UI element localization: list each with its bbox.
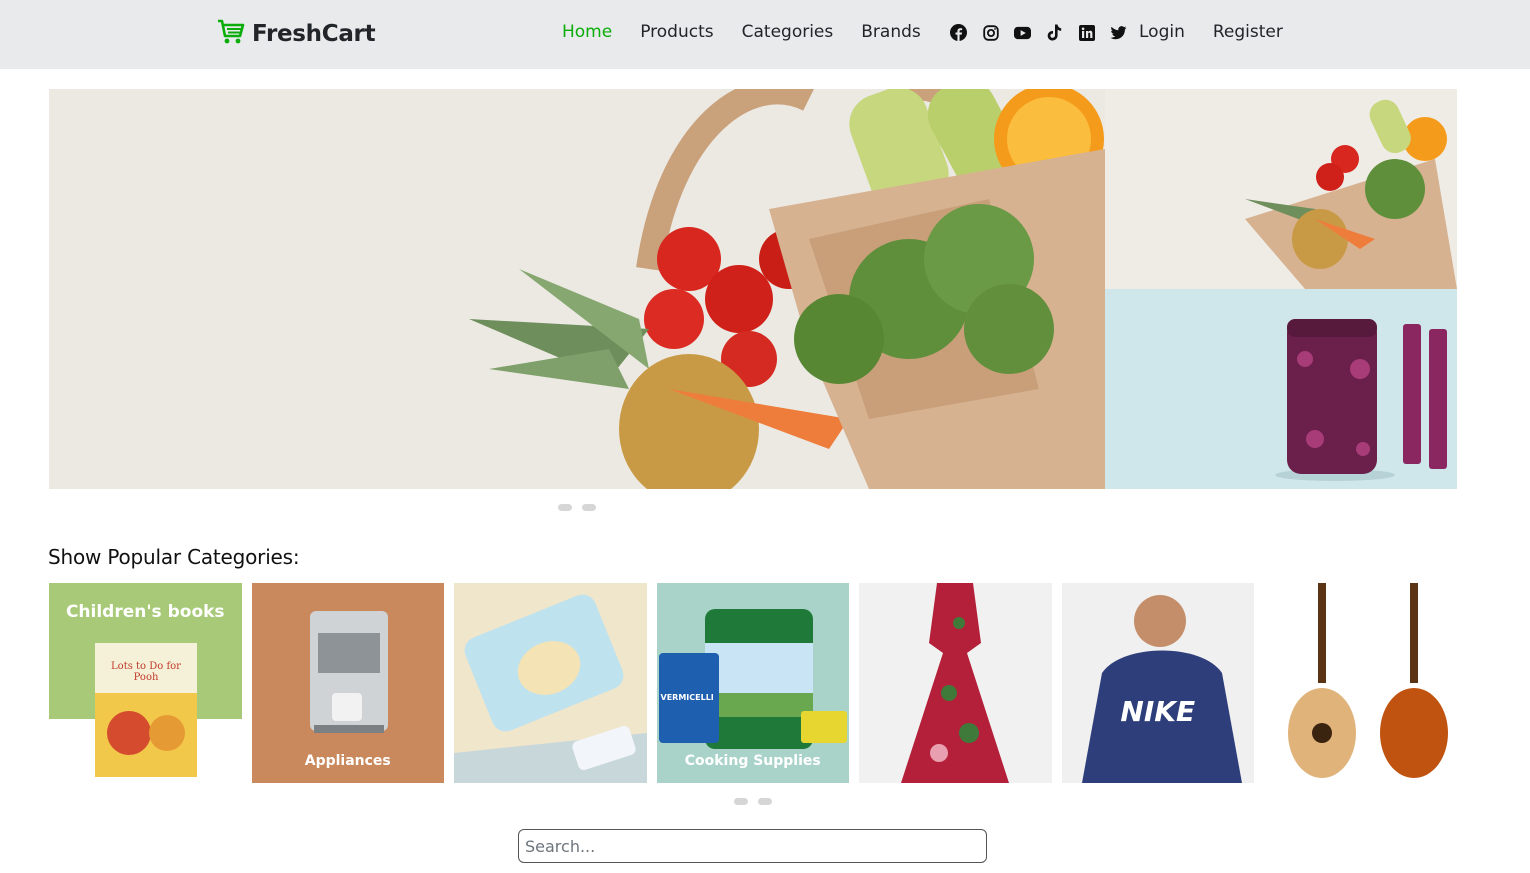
category-card-men-fashion[interactable]: NIKE (1061, 583, 1254, 783)
navbar: FreshCart Home Products Categories Brand… (0, 0, 1530, 69)
twitter-icon[interactable] (1110, 24, 1127, 41)
category-label: Children's books (65, 602, 225, 622)
nav-brands[interactable]: Brands (861, 22, 921, 42)
tiktok-icon[interactable] (1046, 24, 1063, 41)
social-links (950, 24, 1127, 41)
category-card-baby-care[interactable] (454, 583, 647, 783)
brand-logo[interactable]: FreshCart (216, 18, 376, 50)
category-card-childrens-books[interactable]: Children's books Lots to Do for Pooh (49, 583, 242, 783)
facebook-icon[interactable] (950, 24, 967, 41)
hero-side-bottom-image (1105, 289, 1457, 489)
category-label: Cooking Supplies (684, 753, 821, 769)
category-card-appliances[interactable]: Appliances (251, 583, 444, 783)
popular-categories-title: Show Popular Categories: (48, 545, 300, 569)
product-label: VERMICELLI (660, 693, 714, 702)
nav-products[interactable]: Products (640, 22, 713, 42)
search-input[interactable] (518, 829, 987, 863)
search-wrapper (518, 829, 987, 863)
category-card-women-fashion[interactable] (859, 583, 1052, 783)
hero-main-slide (49, 89, 1105, 489)
nav-categories[interactable]: Categories (742, 22, 834, 42)
product-logo-text: NIKE (1120, 695, 1196, 728)
category-card-cooking-supplies[interactable]: VERMICELLI Cooking Supplies (656, 583, 849, 783)
auth-links: Login Register (1139, 22, 1283, 42)
nav-home[interactable]: Home (562, 22, 612, 42)
category-dot-2[interactable] (758, 798, 772, 805)
brand-name: FreshCart (252, 21, 376, 47)
category-dot-1[interactable] (734, 798, 748, 805)
category-slider-dots (734, 798, 772, 805)
category-slider: Children's books Lots to Do for Pooh App… (49, 583, 1457, 783)
login-link[interactable]: Login (1139, 22, 1185, 42)
hero-dot-1[interactable] (558, 504, 572, 511)
hero-slider-dots (558, 504, 596, 511)
hero-side-top-image (1105, 89, 1457, 289)
category-label: Appliances (304, 753, 391, 769)
youtube-icon[interactable] (1014, 24, 1031, 41)
linkedin-icon[interactable] (1078, 24, 1095, 41)
hero-dot-2[interactable] (582, 504, 596, 511)
cart-icon (216, 18, 246, 50)
hero-groceries-image (49, 89, 1105, 489)
instagram-icon[interactable] (982, 24, 999, 41)
category-card-music[interactable] (1264, 583, 1457, 783)
register-link[interactable]: Register (1213, 22, 1283, 42)
main-nav: Home Products Categories Brands (562, 22, 921, 42)
book-title: Lots to Do for Pooh (111, 661, 181, 683)
